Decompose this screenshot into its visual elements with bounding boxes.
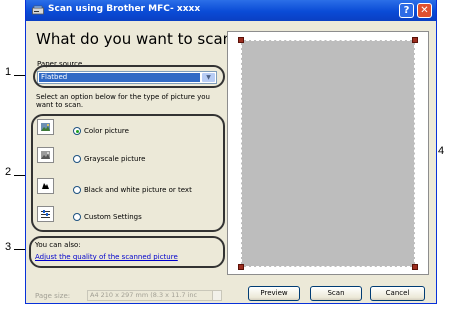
page-title: What do you want to scan? — [36, 30, 241, 48]
close-button[interactable]: ✕ — [417, 3, 432, 18]
options-highlight — [31, 114, 225, 232]
corner-handle-bottom-right[interactable] — [412, 264, 418, 270]
help-button[interactable]: ? — [399, 3, 414, 18]
paper-source-highlight — [33, 65, 225, 88]
window-title: Scan using Brother MFC- xxxx — [48, 4, 201, 14]
options-intro-line2: want to scan. — [36, 101, 84, 109]
corner-handle-top-right[interactable] — [412, 37, 418, 43]
also-label: You can also: — [35, 241, 81, 249]
scan-region[interactable] — [241, 40, 415, 267]
page-size-dropdown[interactable] — [212, 290, 222, 301]
callout-1: 1 — [5, 66, 12, 78]
callout-2: 2 — [5, 166, 12, 178]
title-bar[interactable]: Scan using Brother MFC- xxxx ? ✕ — [26, 0, 436, 21]
callout-4: 4 — [438, 145, 445, 157]
adjust-quality-link[interactable]: Adjust the quality of the scanned pictur… — [35, 253, 178, 261]
page-size-label: Page size: — [35, 292, 71, 300]
callout-3: 3 — [5, 241, 12, 253]
preview-button[interactable]: Preview — [248, 286, 300, 301]
scan-button[interactable]: Scan — [310, 286, 362, 301]
scan-dialog: Scan using Brother MFC- xxxx ? ✕ What do… — [25, 0, 437, 304]
scanner-icon — [32, 5, 44, 15]
page-size-select[interactable]: A4 210 x 297 mm (8.3 x 11.7 inc — [87, 290, 215, 301]
options-intro-line1: Select an option below for the type of p… — [36, 93, 210, 101]
cancel-button[interactable]: Cancel — [370, 286, 425, 301]
corner-handle-top-left[interactable] — [238, 37, 244, 43]
corner-handle-bottom-left[interactable] — [238, 264, 244, 270]
